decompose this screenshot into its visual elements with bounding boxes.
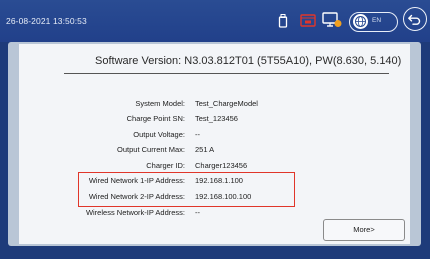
info-row-label: System Model: [135, 99, 185, 108]
info-row-value: -- [195, 130, 200, 139]
info-row-output-voltage: Output Voltage: -- [0, 130, 430, 142]
top-bar: 26-08-2021 13:50:53 EN [0, 0, 430, 42]
monitor-icon[interactable] [322, 12, 342, 28]
more-button[interactable]: More> [323, 219, 405, 241]
alarm-icon[interactable] [300, 14, 316, 27]
back-icon [408, 14, 421, 25]
software-version: Software Version: N3.03.812T01 (5T55A10)… [95, 55, 402, 67]
info-row-value: Test_ChargeModel [195, 99, 258, 108]
info-row-value: Test_123456 [195, 114, 238, 123]
divider [64, 73, 389, 74]
info-row-value: 251 A [195, 145, 215, 154]
language-label: EN [372, 16, 382, 24]
info-row-value: Charger123456 [195, 161, 248, 170]
usb-icon [278, 14, 288, 28]
info-row-system-model: System Model: Test_ChargeModel [0, 99, 430, 111]
info-row-label: Charger ID: [146, 161, 185, 170]
globe-icon [353, 14, 368, 29]
info-row-label: Output Current Max: [117, 145, 185, 154]
info-row-output-current-max: Output Current Max: 251 A [0, 145, 430, 157]
info-row-charge-point-sn: Charge Point SN: Test_123456 [0, 114, 430, 126]
info-row-label: Charge Point SN: [126, 114, 185, 123]
back-button[interactable] [403, 7, 427, 31]
language-toggle[interactable]: EN [349, 12, 398, 32]
info-row-value: -- [195, 208, 200, 217]
datetime-label: 26-08-2021 13:50:53 [6, 16, 87, 26]
info-row-label: Output Voltage: [133, 130, 185, 139]
info-row-label: Wireless Network-IP Address: [85, 208, 185, 217]
ip-address-highlight-box [78, 172, 295, 207]
